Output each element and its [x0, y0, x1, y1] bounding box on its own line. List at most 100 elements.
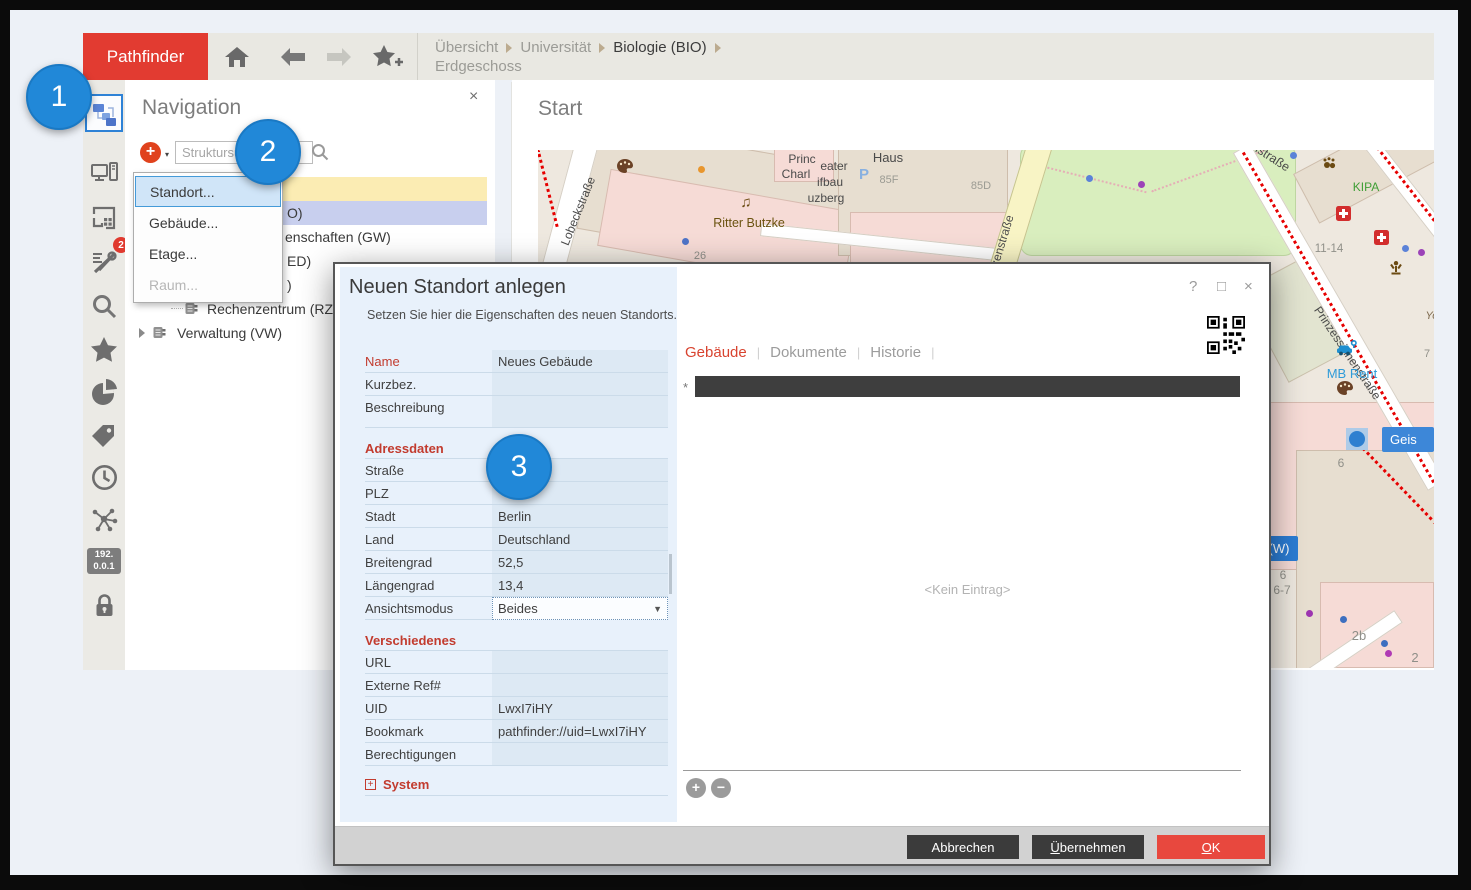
map-location-marker[interactable]: [1349, 431, 1365, 447]
forward-icon[interactable]: [325, 45, 353, 69]
dropdown-value: Beides: [498, 601, 538, 616]
add-favorite-icon[interactable]: [371, 45, 405, 69]
field-label: Kurzbez.: [365, 373, 492, 395]
map-marker-tooltip: Geis: [1382, 427, 1434, 452]
map-poi-dot: [1138, 181, 1145, 188]
field-label: Berechtigungen: [365, 743, 492, 765]
app-topbar: Pathfinder Übersicht Universität Biologie …: [83, 33, 1434, 80]
maximize-icon[interactable]: □: [1217, 278, 1226, 295]
breadcrumb-item[interactable]: Übersicht: [435, 38, 498, 57]
tab-gebäude[interactable]: Gebäude: [685, 344, 747, 361]
menu-item-gebäude[interactable]: Gebäude...: [135, 207, 281, 238]
ok-button[interactable]: OK: [1157, 835, 1265, 859]
car-icon: [1336, 340, 1357, 362]
help-icon[interactable]: ?: [1189, 278, 1197, 295]
location-properties-form: NameNeues GebäudeKurzbez.BeschreibungAdr…: [365, 350, 668, 796]
cancel-button[interactable]: Abbrechen: [907, 835, 1019, 859]
tools-icon: [91, 249, 118, 276]
field-value-l-ngengrad[interactable]: 13,4: [492, 574, 668, 596]
map-label: KIPA: [1342, 180, 1390, 194]
callout-step-2: 2: [235, 119, 301, 185]
map-poi-dot: [1340, 616, 1347, 623]
remove-button[interactable]: −: [711, 778, 731, 798]
sidebar-item-tag[interactable]: [83, 416, 125, 454]
add-button[interactable]: +: [686, 778, 706, 798]
form-section-system[interactable]: + System: [365, 774, 668, 796]
tab-dokumente[interactable]: Dokumente: [770, 344, 847, 361]
breadcrumb-separator-icon: [715, 43, 721, 53]
form-row: URL: [365, 651, 668, 674]
sidebar-item-favorites[interactable]: [83, 330, 125, 368]
map-label: ♫: [736, 194, 756, 211]
breadcrumb-item[interactable]: Biologie (BIO): [613, 38, 706, 57]
expand-icon[interactable]: +: [365, 779, 376, 790]
map-label: eater: [814, 159, 854, 173]
field-label: Name: [365, 350, 492, 372]
map-poi-dot: [1306, 610, 1313, 617]
map-label: ifbau: [810, 175, 850, 189]
back-icon[interactable]: [279, 45, 307, 69]
field-label: Breitengrad: [365, 551, 492, 573]
tree-item-label: ): [287, 277, 292, 293]
form-row: UIDLwxI7iHY: [365, 697, 668, 720]
field-label: UID: [365, 697, 492, 719]
field-value-externe-ref-[interactable]: [492, 674, 668, 696]
map-route-line: [538, 150, 559, 227]
field-label: Land: [365, 528, 492, 550]
field-value-berechtigungen[interactable]: [492, 743, 668, 765]
field-value-beschreibung[interactable]: [492, 396, 668, 427]
field-value-bookmark[interactable]: pathfinder://uid=LwxI7iHY: [492, 720, 668, 742]
field-value-breitengrad[interactable]: 52,5: [492, 551, 668, 573]
map-poi-dot: [698, 166, 705, 173]
sidebar-item-lock[interactable]: [83, 586, 125, 624]
map-poi-dot: [682, 238, 689, 245]
tree-connector: [171, 308, 183, 309]
map-poi-dot: [1418, 249, 1425, 256]
panel-title: Navigation: [142, 96, 241, 120]
paw-icon: [1322, 156, 1338, 175]
home-icon[interactable]: [223, 45, 251, 69]
sidebar-item-tools[interactable]: 2: [83, 243, 125, 281]
sidebar-item-clock[interactable]: [83, 458, 125, 496]
map-label: 2: [1408, 650, 1422, 665]
sidebar-item-topology[interactable]: [83, 500, 125, 538]
view-mode-dropdown[interactable]: Beides▼: [492, 597, 668, 620]
menu-item-raum[interactable]: Raum...: [135, 269, 281, 300]
app-logo[interactable]: Pathfinder: [83, 33, 208, 80]
field-value-name[interactable]: Neues Gebäude: [492, 350, 668, 372]
field-value-land[interactable]: Deutschland: [492, 528, 668, 550]
menu-item-etage[interactable]: Etage...: [135, 238, 281, 269]
sidebar-item-ip-badge[interactable]: 192.0.0.1: [83, 542, 125, 580]
field-value-stadt[interactable]: Berlin: [492, 505, 668, 527]
sidebar-item-workstation[interactable]: [83, 154, 125, 192]
tab-historie[interactable]: Historie: [870, 344, 921, 361]
tag-icon: [91, 422, 118, 449]
form-row: Bookmarkpathfinder://uid=LwxI7iHY: [365, 720, 668, 743]
map-label: 85D: [964, 180, 998, 192]
building-name-input[interactable]: [695, 376, 1240, 397]
breadcrumb-item-floor[interactable]: Erdgeschoss: [435, 57, 522, 76]
field-value-uid[interactable]: LwxI7iHY: [492, 697, 668, 719]
map-label: Ritter Butzke: [694, 216, 804, 230]
field-label: Straße: [365, 459, 492, 481]
sidebar-item-search[interactable]: [83, 287, 125, 325]
lock-icon: [91, 592, 118, 619]
form-section-header: System: [383, 777, 429, 792]
apply-button[interactable]: Übernehmen: [1032, 835, 1144, 859]
tab-separator: |: [931, 345, 934, 360]
form-scrollbar[interactable]: [669, 554, 672, 594]
expander-icon[interactable]: [139, 328, 145, 338]
search-icon[interactable]: [311, 143, 329, 166]
breadcrumb-item[interactable]: Universität: [520, 38, 591, 57]
page-title: Start: [538, 97, 582, 121]
close-icon[interactable]: ×: [469, 88, 478, 106]
breadcrumb-separator-icon: [599, 43, 605, 53]
field-value-url[interactable]: [492, 651, 668, 673]
close-icon[interactable]: ×: [1244, 278, 1253, 295]
field-value-kurzbez-[interactable]: [492, 373, 668, 395]
sidebar-item-floorplan[interactable]: [83, 199, 125, 237]
add-structure-button[interactable]: +: [140, 142, 161, 163]
chevron-down-icon[interactable]: ▾: [165, 150, 169, 159]
sidebar-item-pie-chart[interactable]: [83, 373, 125, 411]
tree-item-label: ED): [287, 253, 311, 269]
